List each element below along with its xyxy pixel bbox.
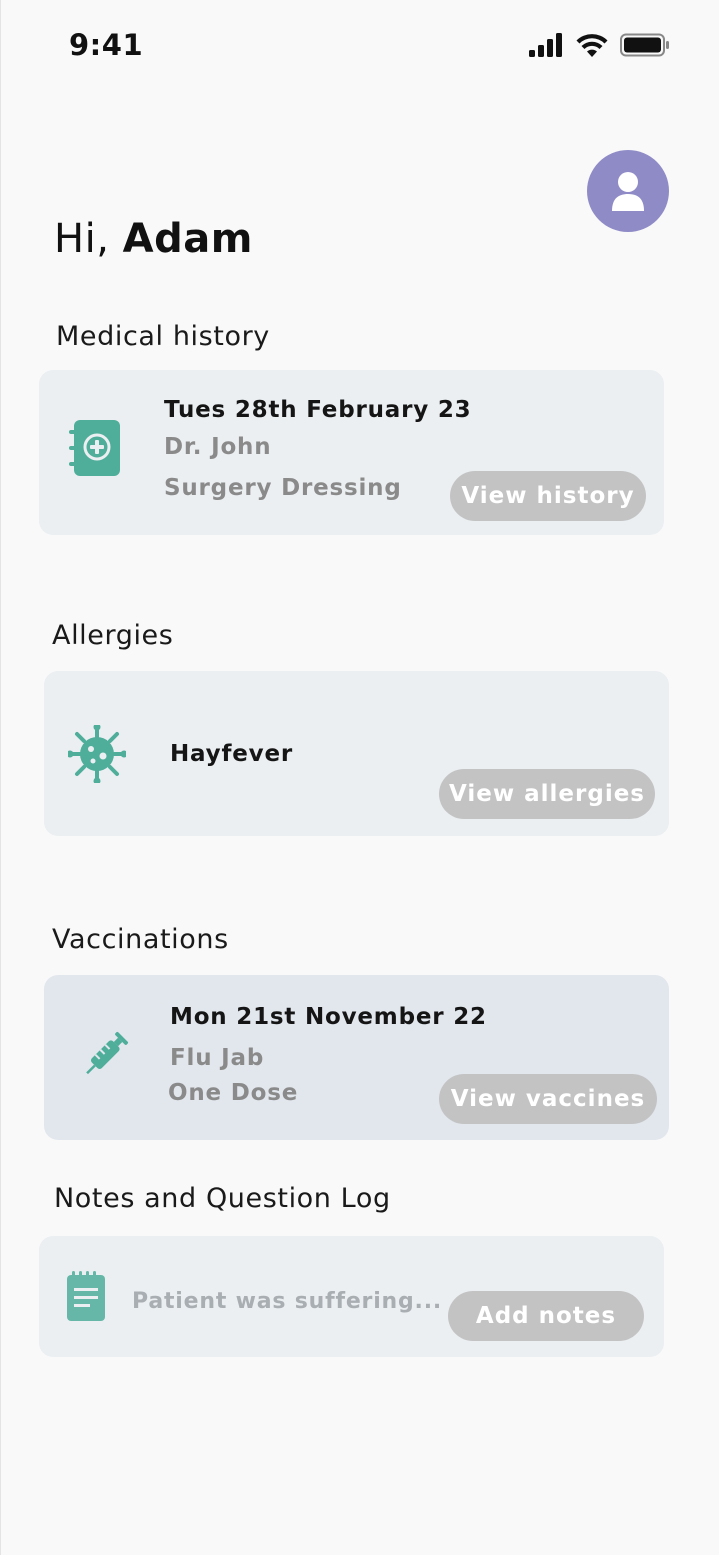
medical-history-title: Medical history [56,321,270,352]
medical-history-procedure: Surgery Dressing [164,475,402,501]
vaccinations-card: Mon 21st November 22 Flu Jab One Dose Vi… [44,975,669,1140]
user-name: Adam [122,216,253,262]
allergies-title: Allergies [52,620,174,651]
allergy-item: Hayfever [170,741,293,767]
greeting: Hi, Adam [54,216,253,262]
app-screen: 9:41 Hi, Adam Medical history Tues 28th … [0,0,719,1555]
notes-card: Patient was suffering... Add notes [39,1236,664,1357]
profile-avatar-button[interactable] [587,150,669,232]
status-icons [528,33,670,57]
status-time: 9:41 [69,28,144,62]
virus-icon [68,725,126,783]
wifi-icon [576,34,608,57]
medical-history-card: Tues 28th February 23 Dr. John Surgery D… [39,370,664,535]
notes-title: Notes and Question Log [54,1183,391,1214]
vaccinations-title: Vaccinations [52,924,229,955]
user-icon [612,172,644,211]
vaccination-name: Flu Jab [170,1045,265,1071]
view-allergies-button[interactable]: View allergies [439,769,655,819]
medical-book-icon [69,420,120,476]
view-history-button[interactable]: View history [450,471,646,521]
medical-history-doctor: Dr. John [164,434,272,460]
notepad-icon [67,1271,105,1321]
battery-icon [620,33,669,57]
greeting-prefix: Hi, [54,216,123,262]
medical-history-date: Tues 28th February 23 [164,397,472,423]
add-notes-button[interactable]: Add notes [448,1291,644,1341]
syringe-icon [86,1031,129,1075]
signal-icon [529,33,562,57]
vaccination-date: Mon 21st November 22 [170,1004,487,1030]
notes-preview[interactable]: Patient was suffering... [132,1289,442,1314]
allergies-card: Hayfever View allergies [44,671,669,836]
view-vaccines-button[interactable]: View vaccines [439,1074,657,1124]
vaccination-dose: One Dose [168,1080,299,1106]
